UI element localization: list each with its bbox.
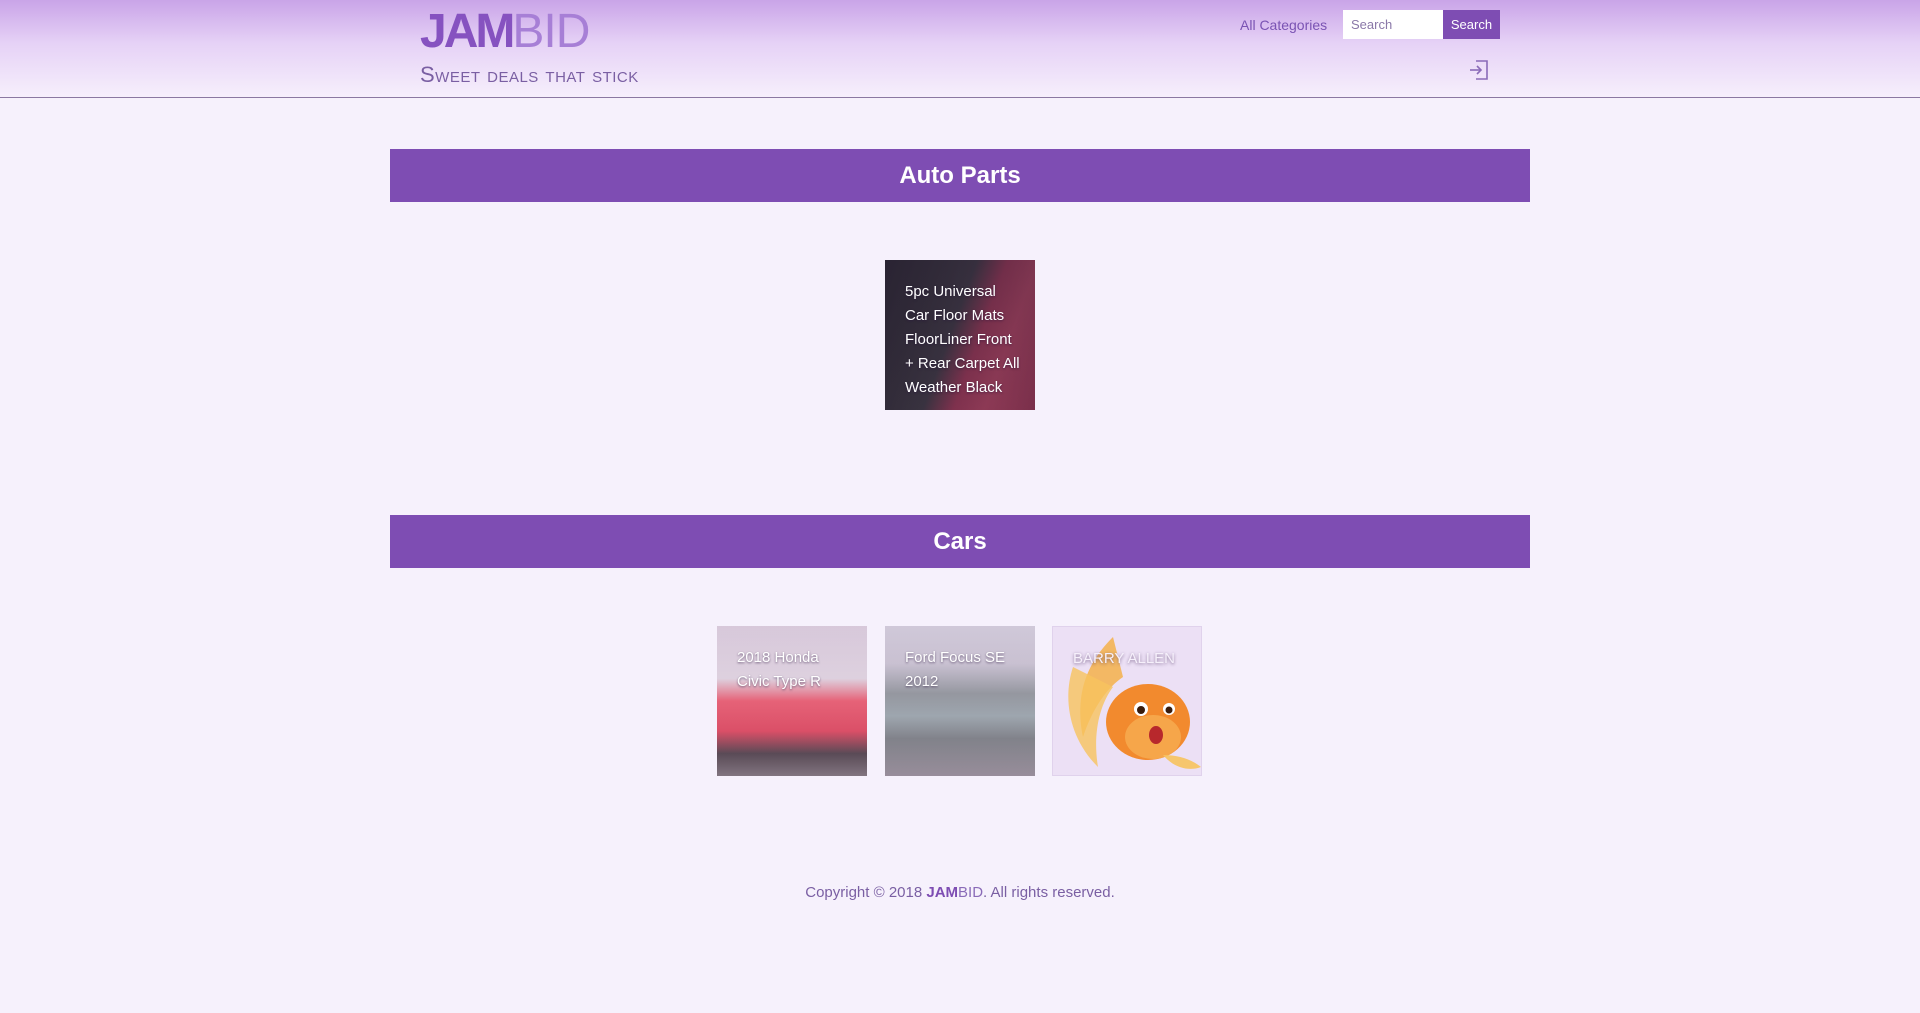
site-header: JAMBID Sweet deals that stick All Catego… (0, 0, 1920, 98)
sign-in-icon[interactable] (1467, 57, 1491, 83)
listing-title: BARRY ALLEN (1073, 650, 1176, 667)
section-heading-auto-parts: Auto Parts (390, 149, 1530, 202)
search-input[interactable] (1343, 10, 1443, 39)
listing-title: 5pc Universal Car Floor Mats FloorLiner … (905, 283, 1020, 396)
footer-brand-jam: JAM (926, 884, 959, 901)
section-heading-cars: Cars (390, 515, 1530, 568)
listing-card[interactable]: BARRY ALLEN (1052, 626, 1202, 776)
listing-title: Ford Focus SE 2012 (905, 649, 1006, 690)
all-categories-link[interactable]: All Categories (1240, 16, 1327, 34)
listing-title: 2018 Honda Civic Type R (737, 649, 821, 690)
listing-card[interactable]: 2018 Honda Civic Type R (717, 626, 867, 776)
listing-card[interactable]: Ford Focus SE 2012 (885, 626, 1035, 776)
logo-jam: JAM (420, 5, 515, 58)
copyright-suffix: . All rights reserved. (983, 884, 1115, 901)
site-logo[interactable]: JAMBID (420, 5, 590, 58)
logo-bid: BID (512, 5, 590, 58)
search-button[interactable]: Search (1443, 10, 1500, 39)
listing-card[interactable]: 5pc Universal Car Floor Mats FloorLiner … (885, 260, 1035, 410)
copyright-prefix: Copyright © 2018 (805, 884, 923, 901)
site-tagline: Sweet deals that stick (420, 62, 639, 87)
footer-copyright: Copyright © 2018 JAMBID. All rights rese… (0, 883, 1920, 903)
footer-brand-bid: BID (958, 884, 984, 901)
